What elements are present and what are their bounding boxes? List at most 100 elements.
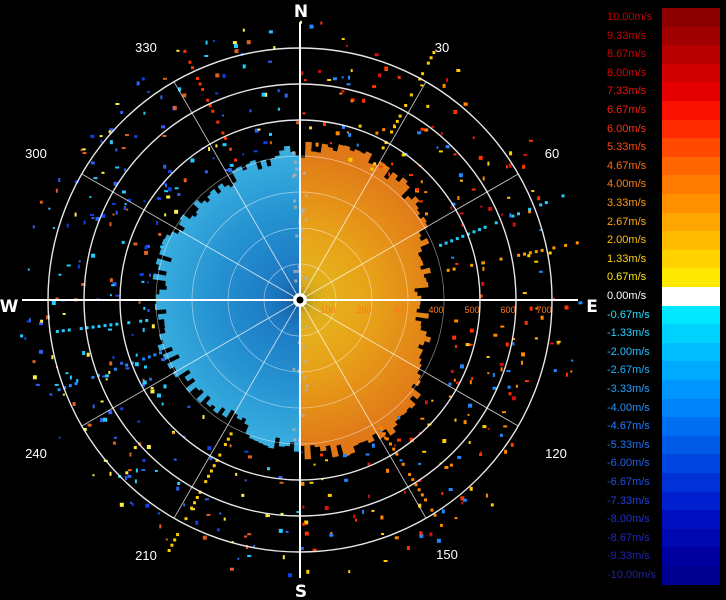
clutter-cell — [450, 206, 453, 210]
zero-velocity-cell — [292, 174, 296, 178]
clutter-cell — [444, 466, 449, 469]
clutter-cell — [451, 256, 455, 259]
legend-swatch — [662, 63, 720, 83]
clutter-cell — [426, 104, 430, 108]
clutter-cell — [438, 150, 443, 153]
legend-label: 2.67m/s — [607, 215, 647, 228]
legend-swatch — [662, 287, 720, 306]
zero-velocity-cell — [293, 438, 297, 442]
clutter-cell — [121, 190, 126, 194]
clutter-cell — [492, 373, 495, 377]
clutter-cell — [247, 555, 252, 557]
clutter-cell — [383, 560, 388, 562]
legend-item: 2.67m/s — [604, 212, 722, 232]
legend-swatch — [662, 435, 720, 455]
clutter-cell — [284, 93, 288, 98]
clutter-cell — [205, 40, 208, 45]
clutter-cell — [302, 505, 305, 509]
clutter-cell — [195, 520, 199, 525]
clutter-cell — [454, 319, 459, 323]
clutter-cell — [453, 153, 457, 156]
clutter-cell — [216, 528, 220, 532]
clutter-cell — [102, 375, 106, 378]
clutter-cell — [104, 374, 109, 378]
clutter-cell — [304, 531, 309, 536]
clutter-cell — [527, 254, 531, 258]
clutter-cell — [341, 38, 345, 40]
legend-item: -6.67m/s — [604, 473, 722, 492]
clutter-cell — [509, 213, 512, 218]
clutter-cell — [540, 315, 544, 320]
clutter-cell — [534, 337, 538, 340]
clutter-cell — [329, 142, 332, 145]
clutter-cell — [506, 370, 511, 373]
clutter-cell — [221, 114, 224, 117]
clutter-cell — [397, 438, 401, 442]
clutter-cell — [324, 506, 329, 510]
clutter-cell — [346, 131, 349, 134]
west-label: W — [0, 297, 19, 317]
clutter-cell — [62, 393, 65, 396]
legend-item: -2.00m/s — [604, 342, 722, 362]
clutter-cell — [534, 260, 539, 263]
legend-swatch — [662, 45, 720, 64]
zero-velocity-cell — [293, 160, 297, 164]
clutter-cell — [101, 171, 105, 174]
clutter-cell — [163, 384, 167, 389]
clutter-cell — [449, 463, 453, 467]
clutter-cell — [463, 420, 467, 425]
clutter-cell — [151, 324, 155, 329]
clutter-cell — [90, 161, 95, 165]
clutter-cell — [97, 324, 101, 328]
clutter-cell — [521, 352, 525, 357]
zero-velocity-cell — [304, 276, 307, 280]
clutter-cell — [91, 253, 96, 258]
clutter-cell — [108, 130, 111, 134]
clutter-cell — [382, 128, 386, 132]
clutter-cell — [35, 383, 40, 386]
clutter-cell — [149, 377, 153, 381]
clutter-cell — [174, 209, 179, 214]
clutter-cell — [478, 155, 483, 160]
clutter-cell — [242, 153, 245, 156]
clutter-cell — [213, 40, 216, 42]
clutter-cell — [146, 445, 151, 449]
legend-swatch — [662, 156, 720, 176]
clutter-cell — [277, 89, 280, 93]
clutter-cell — [507, 196, 511, 199]
range-label-600: 600 — [500, 305, 515, 315]
clutter-cell — [198, 82, 202, 86]
clutter-cell — [488, 206, 493, 211]
legend-swatch — [662, 528, 720, 548]
clutter-cell — [109, 278, 113, 283]
clutter-cell — [100, 400, 104, 403]
legend-swatch — [662, 194, 720, 213]
clutter-cell — [503, 425, 508, 428]
clutter-cell — [267, 467, 270, 471]
clutter-cell — [457, 196, 460, 200]
clutter-cell — [512, 396, 516, 401]
clutter-cell — [163, 164, 167, 169]
clutter-cell — [425, 212, 428, 216]
clutter-cell — [191, 66, 194, 70]
clutter-cell — [462, 498, 467, 502]
clutter-cell — [145, 503, 150, 508]
clutter-cell — [455, 262, 459, 265]
clutter-cell — [344, 478, 349, 482]
clutter-cell — [221, 131, 225, 135]
clutter-cell — [51, 355, 54, 360]
clutter-cell — [479, 451, 482, 454]
clutter-cell — [521, 360, 523, 365]
legend-label: 5.33m/s — [607, 141, 647, 154]
clutter-cell — [58, 436, 61, 439]
clutter-cell — [341, 89, 345, 93]
legend-swatch — [662, 547, 720, 566]
clutter-cell — [125, 363, 129, 367]
clutter-cell — [144, 250, 148, 255]
clutter-cell — [282, 555, 285, 560]
clutter-cell — [420, 493, 424, 497]
clutter-cell — [553, 369, 557, 373]
clutter-cell — [216, 120, 220, 124]
clutter-cell — [378, 73, 381, 78]
zero-velocity-cell — [293, 199, 297, 203]
